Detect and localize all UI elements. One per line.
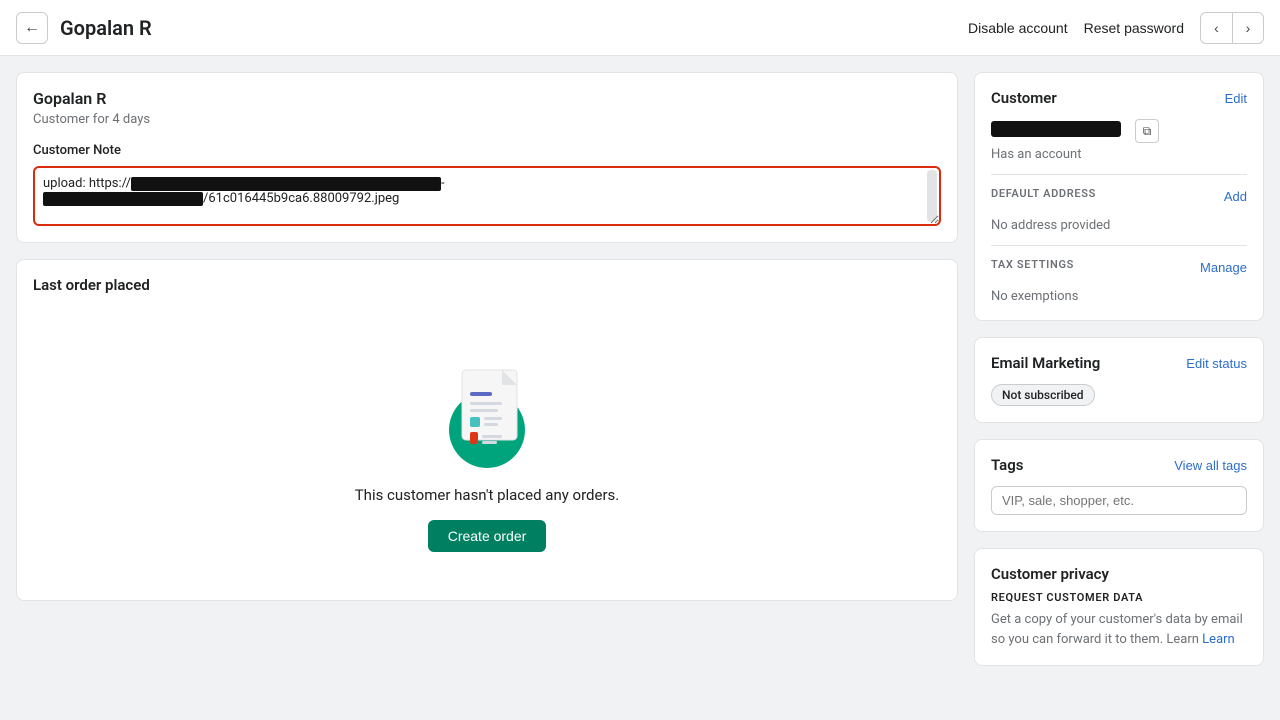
default-address-label: DEFAULT ADDRESS (991, 187, 1096, 200)
no-address-text: No address provided (991, 218, 1247, 233)
customer-name: Gopalan R (33, 89, 941, 108)
note-content: upload: https://- /61c016445b9ca6.880097… (43, 176, 931, 206)
left-column: Gopalan R Customer for 4 days Customer N… (16, 72, 958, 666)
note-redacted-url (131, 177, 441, 191)
back-button[interactable]: ← (16, 12, 48, 44)
empty-orders-text: This customer hasn't placed any orders. (355, 486, 620, 504)
create-order-button[interactable]: Create order (428, 520, 547, 552)
nav-arrows: ‹ › (1200, 12, 1264, 44)
no-exemptions-text: No exemptions (991, 289, 1247, 304)
prev-customer-button[interactable]: ‹ (1200, 12, 1232, 44)
empty-illustration (427, 350, 547, 470)
customer-email-redacted (991, 121, 1121, 137)
tags-card: Tags View all tags (974, 439, 1264, 532)
learn-more-link[interactable]: Learn (1202, 632, 1235, 647)
next-arrow-icon: › (1246, 20, 1251, 36)
copy-icon: ⧉ (1143, 124, 1152, 139)
customer-edit-button[interactable]: Edit (1225, 91, 1247, 106)
next-customer-button[interactable]: › (1232, 12, 1264, 44)
tags-input[interactable] (991, 486, 1247, 515)
email-marketing-header: Email Marketing Edit status (991, 354, 1247, 372)
empty-orders-section: This customer hasn't placed any orders. … (33, 310, 941, 584)
last-order-card: Last order placed (16, 259, 958, 601)
customer-section-title: Customer (991, 89, 1057, 107)
tags-header: Tags View all tags (991, 456, 1247, 474)
email-marketing-card: Email Marketing Edit status Not subscrib… (974, 337, 1264, 423)
last-order-title: Last order placed (33, 276, 941, 294)
add-address-button[interactable]: Add (1224, 189, 1247, 204)
view-all-tags-button[interactable]: View all tags (1174, 458, 1247, 473)
tax-settings-label: TAX SETTINGS (991, 258, 1074, 271)
manage-tax-button[interactable]: Manage (1200, 260, 1247, 275)
divider-1 (991, 174, 1247, 175)
default-address-header: DEFAULT ADDRESS Add (991, 187, 1247, 206)
prev-arrow-icon: ‹ (1214, 20, 1219, 36)
right-column: Customer Edit ⧉ Has an account DEFAULT A… (974, 72, 1264, 666)
disable-account-button[interactable]: Disable account (968, 20, 1068, 36)
has-account-text: Has an account (991, 147, 1247, 162)
customer-right-card: Customer Edit ⧉ Has an account DEFAULT A… (974, 72, 1264, 321)
email-marketing-title: Email Marketing (991, 354, 1100, 372)
privacy-description: Get a copy of your customer's data by em… (991, 610, 1247, 649)
scrollbar[interactable] (927, 170, 937, 222)
divider-2 (991, 245, 1247, 246)
page-title: Gopalan R (60, 16, 956, 40)
not-subscribed-badge: Not subscribed (991, 384, 1095, 406)
customer-since: Customer for 4 days (33, 112, 941, 127)
customer-privacy-title: Customer privacy (991, 565, 1247, 583)
top-actions: Disable account Reset password ‹ › (968, 12, 1264, 44)
main-layout: Gopalan R Customer for 4 days Customer N… (0, 56, 1280, 682)
note-redacted-path (43, 192, 203, 206)
customer-email-row: ⧉ (991, 119, 1247, 143)
note-prefix: upload: https:// (43, 176, 131, 191)
customer-note-label: Customer Note (33, 143, 941, 158)
customer-privacy-card: Customer privacy REQUEST CUSTOMER DATA G… (974, 548, 1264, 666)
customer-info-card: Gopalan R Customer for 4 days Customer N… (16, 72, 958, 243)
back-icon: ← (24, 19, 40, 37)
top-bar: ← Gopalan R Disable account Reset passwo… (0, 0, 1280, 56)
customer-right-header: Customer Edit (991, 89, 1247, 107)
copy-email-button[interactable]: ⧉ (1135, 119, 1159, 143)
customer-note-textarea[interactable]: upload: https://- /61c016445b9ca6.880097… (33, 166, 941, 226)
tax-settings-header: TAX SETTINGS Manage (991, 258, 1247, 277)
edit-status-button[interactable]: Edit status (1186, 356, 1247, 371)
reset-password-button[interactable]: Reset password (1084, 20, 1184, 36)
request-data-label: REQUEST CUSTOMER DATA (991, 591, 1247, 604)
note-suffix: /61c016445b9ca6.88009792.jpeg (203, 191, 399, 206)
tags-title: Tags (991, 456, 1024, 474)
